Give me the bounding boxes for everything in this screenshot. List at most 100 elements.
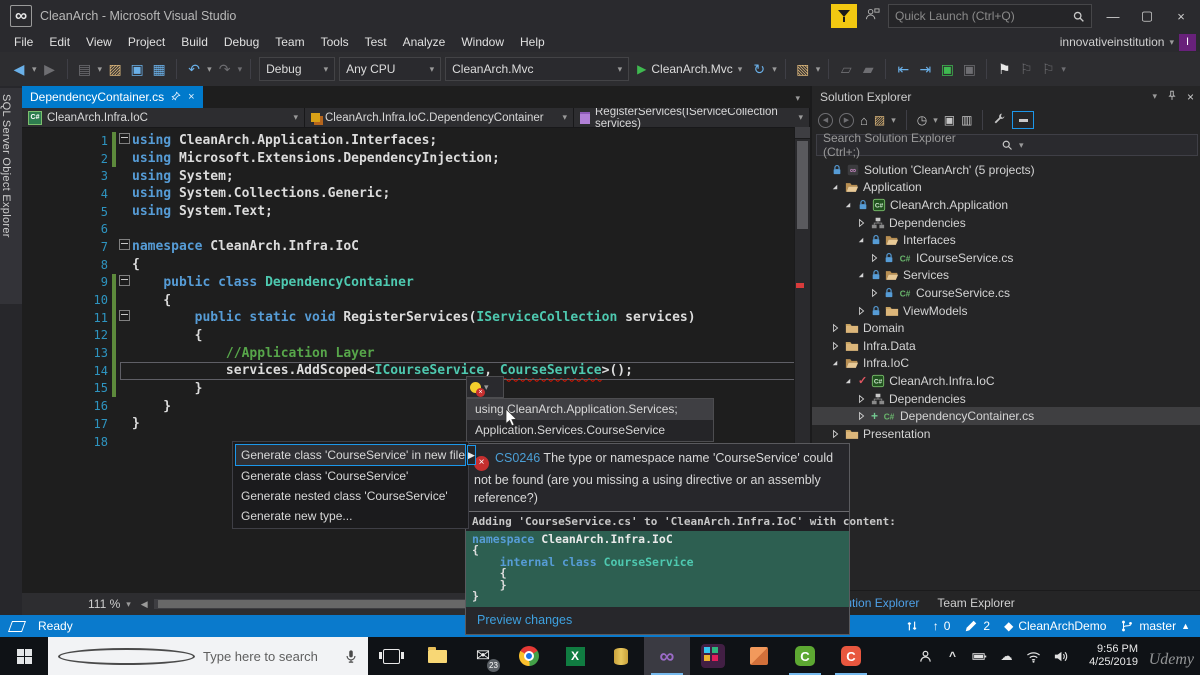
- start-debug-button[interactable]: ▶ CleanArch.Mvc ▾: [633, 62, 746, 76]
- context-menu-item[interactable]: Generate class 'CourseService': [235, 466, 466, 486]
- submenu-arrow-icon[interactable]: ▶: [467, 445, 476, 465]
- fold-marker[interactable]: [116, 274, 132, 290]
- menu-test[interactable]: Test: [357, 32, 395, 52]
- outgoing-commits-indicator[interactable]: ↑ 0: [933, 619, 951, 633]
- collapse-all-icon[interactable]: ▣: [944, 113, 955, 127]
- chevron-down-icon[interactable]: ▾: [207, 64, 212, 75]
- back-icon[interactable]: ◀: [818, 112, 833, 128]
- configuration-combo[interactable]: Debug ▾: [259, 57, 336, 81]
- increase-indent-icon[interactable]: ⇥: [916, 61, 934, 78]
- menu-team[interactable]: Team: [267, 32, 312, 52]
- next-bookmark-icon[interactable]: ⚐: [1039, 61, 1057, 78]
- previous-bookmark-icon[interactable]: ⚐: [1017, 61, 1035, 78]
- sync-with-active-document-icon[interactable]: ▥: [961, 113, 972, 127]
- code-line[interactable]: 13 //Application Layer: [22, 344, 810, 362]
- code-line[interactable]: 4 using System.Collections.Generic;: [22, 185, 810, 203]
- visual-studio-button[interactable]: ∞: [644, 637, 690, 675]
- collapse-arrow-icon[interactable]: [855, 234, 867, 246]
- notifications-filter-icon[interactable]: [831, 4, 857, 28]
- context-menu-item[interactable]: Generate class 'CourseService' in new fi…: [235, 444, 476, 466]
- fold-marker[interactable]: [116, 239, 132, 254]
- expand-arrow-icon[interactable]: [855, 217, 867, 229]
- nuget-button[interactable]: [736, 637, 782, 675]
- feedback-icon[interactable]: [865, 7, 880, 25]
- repository-indicator[interactable]: ◆ CleanArchDemo: [1004, 619, 1106, 633]
- minimize-button[interactable]: —: [1100, 9, 1126, 24]
- collapse-arrow-icon[interactable]: [829, 357, 841, 369]
- tree-item-presentation[interactable]: Presentation: [812, 425, 1200, 443]
- quick-launch-input[interactable]: Quick Launch (Ctrl+Q): [888, 4, 1092, 28]
- menu-edit[interactable]: Edit: [41, 32, 78, 52]
- lightbulb-button[interactable]: ▾: [466, 376, 504, 398]
- chevron-down-icon[interactable]: ▾: [891, 115, 896, 126]
- code-line[interactable]: 5 using System.Text;: [22, 203, 810, 221]
- startup-project-combo[interactable]: CleanArch.Mvc ▾: [445, 57, 630, 81]
- switch-views-icon[interactable]: ▨: [874, 113, 885, 127]
- code-line[interactable]: 7 namespace CleanArch.Infra.IoC: [22, 238, 810, 256]
- uncomment-icon[interactable]: ▣: [960, 61, 978, 78]
- chevron-down-icon[interactable]: ▾: [1152, 91, 1157, 102]
- tree-item-domain[interactable]: Domain: [812, 319, 1200, 337]
- suggestion-item[interactable]: Application.Services.CourseService: [467, 420, 713, 441]
- collapse-arrow-icon[interactable]: [855, 269, 867, 281]
- suggestion-item[interactable]: using CleanArch.Application.Services;: [467, 399, 713, 420]
- preview-changes-link[interactable]: Preview changes: [477, 613, 572, 627]
- find-in-files-icon[interactable]: ▧: [794, 61, 812, 78]
- source-control-icon[interactable]: [905, 619, 919, 633]
- code-line[interactable]: 8{: [22, 256, 810, 274]
- redo-icon[interactable]: ↷: [216, 61, 234, 78]
- task-view-button[interactable]: [368, 637, 414, 675]
- expand-arrow-icon[interactable]: [829, 322, 841, 334]
- expand-arrow-icon[interactable]: [855, 305, 867, 317]
- expand-arrow-icon[interactable]: [868, 252, 880, 264]
- excel-button[interactable]: X: [552, 637, 598, 675]
- forward-icon[interactable]: ▶: [839, 112, 854, 128]
- code-line[interactable]: 12 {: [22, 326, 810, 345]
- menu-debug[interactable]: Debug: [216, 32, 267, 52]
- chevron-down-icon[interactable]: ▾: [772, 64, 777, 75]
- taskbar-clock[interactable]: 9:56 PM 4/25/2019: [1074, 643, 1142, 669]
- expand-arrow-icon[interactable]: [829, 340, 841, 352]
- home-icon[interactable]: ⌂: [860, 113, 868, 128]
- tree-item-icourseservice-cs[interactable]: C# ICourseService.cs: [812, 249, 1200, 267]
- branch-indicator[interactable]: master ▲: [1120, 619, 1190, 633]
- splitter-handle[interactable]: [795, 127, 810, 139]
- tree-item-infra-ioc[interactable]: Infra.IoC: [812, 355, 1200, 373]
- menu-file[interactable]: File: [6, 32, 41, 52]
- save-all-icon[interactable]: ▦: [150, 61, 168, 78]
- new-project-icon[interactable]: ▤: [76, 61, 94, 78]
- tree-item-viewmodels[interactable]: ViewModels: [812, 302, 1200, 320]
- start-button[interactable]: [0, 637, 48, 675]
- scroll-left-icon[interactable]: ◀: [139, 599, 150, 610]
- menu-project[interactable]: Project: [120, 32, 173, 52]
- code-line[interactable]: 14 services.AddScoped<ICourseService, Co…: [22, 361, 810, 380]
- volume-icon[interactable]: [1047, 637, 1074, 675]
- comment-icon[interactable]: ▣: [938, 61, 956, 78]
- code-line[interactable]: 9 public class DependencyContainer: [22, 273, 810, 292]
- solution-search-input[interactable]: Search Solution Explorer (Ctrl+;) ▾: [816, 131, 1198, 159]
- tree-item-dependencies[interactable]: Dependencies: [812, 390, 1200, 408]
- code-line[interactable]: 1 using CleanArch.Application.Interfaces;: [22, 132, 810, 150]
- scrollbar-thumb[interactable]: [797, 141, 808, 229]
- code-line[interactable]: 11 public static void RegisterServices(I…: [22, 308, 810, 327]
- zoom-control[interactable]: 111 % ▾: [84, 595, 135, 613]
- chevron-down-icon[interactable]: ▾: [1061, 64, 1066, 75]
- tree-item-services[interactable]: Services: [812, 267, 1200, 285]
- chevron-down-icon[interactable]: ▾: [98, 64, 103, 75]
- navigate-back-icon[interactable]: ◀: [10, 61, 28, 78]
- pin-icon[interactable]: [1167, 90, 1177, 104]
- expand-arrow-icon[interactable]: [829, 428, 841, 440]
- battery-icon[interactable]: [966, 637, 993, 675]
- preview-selected-items-icon[interactable]: [1012, 111, 1035, 129]
- menu-help[interactable]: Help: [512, 32, 553, 52]
- close-button[interactable]: ×: [1168, 9, 1194, 24]
- close-icon[interactable]: ×: [1187, 90, 1194, 104]
- document-tab[interactable]: DependencyContainer.cs ×: [22, 86, 203, 108]
- menu-build[interactable]: Build: [173, 32, 216, 52]
- close-tab-icon[interactable]: ×: [188, 91, 194, 103]
- code-line[interactable]: 3 using System;: [22, 167, 810, 185]
- fold-marker[interactable]: [116, 133, 132, 148]
- document-outline-icon[interactable]: ▱: [837, 61, 855, 78]
- menu-tools[interactable]: Tools: [313, 32, 357, 52]
- code-line[interactable]: 10 {: [22, 291, 810, 309]
